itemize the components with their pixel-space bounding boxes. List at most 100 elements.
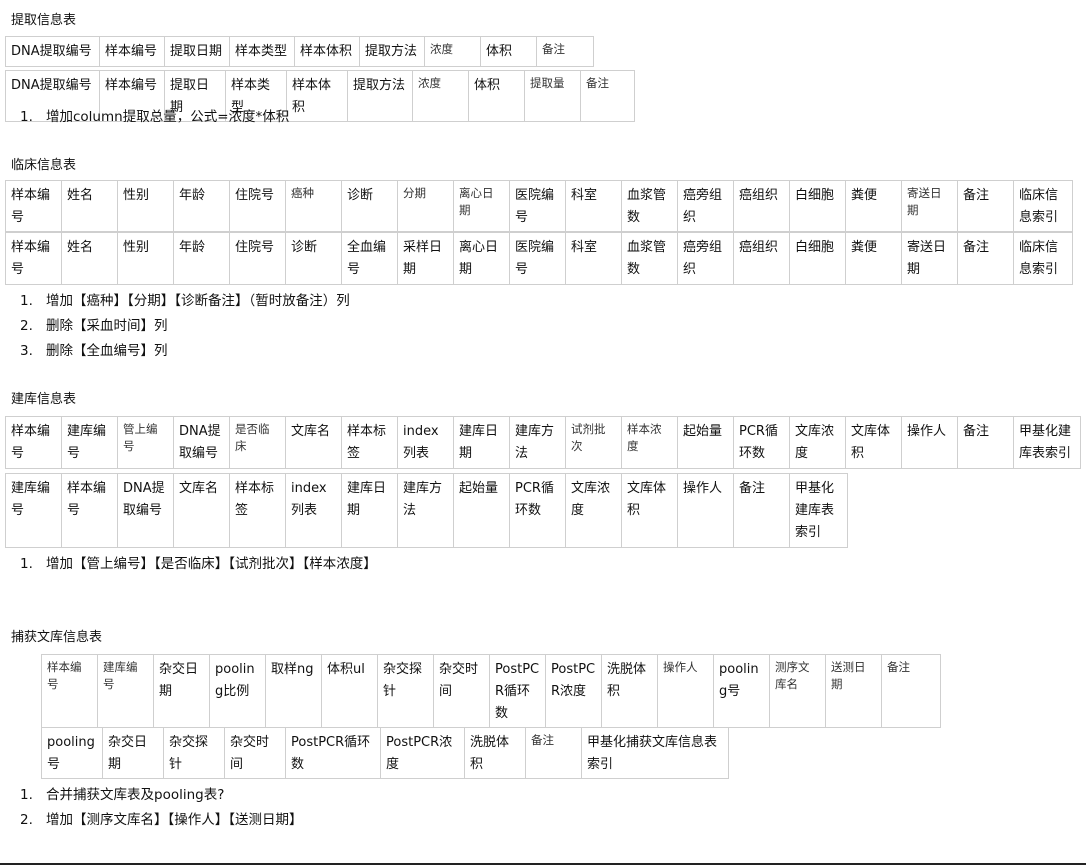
table-cell: 备注	[525, 727, 582, 779]
table-cell: 样本标签	[229, 473, 286, 548]
table-cell: 癌组织	[733, 232, 790, 285]
table-cell: 癌旁组织	[677, 232, 734, 285]
note-number: 1.	[20, 556, 33, 572]
notes-list: 1. 合并捕获文库表及pooling表? 2. 增加【测序文库名】【操作人】【送测日期…	[20, 786, 303, 836]
table-cell: 操作人	[657, 654, 714, 728]
bottom-divider	[0, 863, 1086, 865]
table-cell: 临床信息索引	[1013, 232, 1073, 285]
table-cell: DNA提取编号	[173, 416, 230, 469]
table-cell: 建库编号	[97, 654, 154, 728]
table-cell: 提取日期	[164, 36, 230, 67]
table-cell: 住院号	[229, 232, 286, 285]
table-cell: 科室	[565, 180, 622, 232]
table-cell: 样本体积	[294, 36, 360, 67]
note-item: 2. 增加【测序文库名】【操作人】【送测日期】	[20, 811, 303, 836]
table-cell: 备注	[536, 36, 594, 67]
table-cell: 诊断	[341, 180, 398, 232]
table-cell: pooling号	[713, 654, 770, 728]
table-cell: 年龄	[173, 232, 230, 285]
table-cell: PCR循环数	[509, 473, 566, 548]
table-cell: 备注	[957, 232, 1014, 285]
table-cell: 文库体积	[845, 416, 902, 469]
table-cell: 测序文库名	[769, 654, 826, 728]
note-text: 增加【测序文库名】【操作人】【送测日期】	[46, 812, 303, 828]
table-cell: 离心日期	[453, 232, 510, 285]
table-cell: 样本浓度	[621, 416, 678, 469]
table-cell: index列表	[397, 416, 454, 469]
section-title: 建库信息表	[11, 392, 77, 407]
table-row: 建库编号 样本编号 DNA提取编号 文库名 样本标签 index列表 建库日期 建库方法 起始量…	[5, 473, 848, 548]
table-cell: 粪便	[845, 180, 902, 232]
table-cell: 文库浓度	[565, 473, 622, 548]
table-cell: pooling比例	[209, 654, 266, 728]
table-cell: PostPCR浓度	[545, 654, 602, 728]
table-cell: 姓名	[61, 180, 118, 232]
table-cell: 白细胞	[789, 180, 846, 232]
table-cell: 寄送日期	[901, 180, 958, 232]
table-cell: 取样ng	[265, 654, 322, 728]
note-number: 2.	[20, 812, 33, 828]
table-cell: 临床信息索引	[1013, 180, 1073, 232]
table-cell: 甲基化捕获文库信息表索引	[581, 727, 729, 779]
table-cell: 样本编号	[5, 416, 62, 469]
table-cell: 诊断	[285, 232, 342, 285]
table-cell: 文库浓度	[789, 416, 846, 469]
table-cell: 建库日期	[453, 416, 510, 469]
table-cell: 备注	[881, 654, 941, 728]
table-cell: 杂交时间	[433, 654, 490, 728]
table-cell: DNA提取编号	[5, 36, 100, 67]
data-table: DNA提取编号 样本编号 提取日期 样本类型 样本体积 提取方法 浓度 体积 备注	[5, 36, 594, 67]
notes-list: 1. 增加【管上编号】【是否临床】【试剂批次】【样本浓度】	[20, 555, 377, 580]
table-cell: 白细胞	[789, 232, 846, 285]
note-number: 2.	[20, 318, 33, 334]
table-cell: 操作人	[901, 416, 958, 469]
table-cell: 备注	[580, 70, 635, 122]
table-cell: 体积ul	[321, 654, 378, 728]
table-cell: 建库编号	[61, 416, 118, 469]
table-cell: 提取量	[524, 70, 581, 122]
note-text: 合并捕获文库表及pooling表?	[46, 787, 225, 803]
table-cell: 建库日期	[341, 473, 398, 548]
note-item: 2. 删除【采血时间】列	[20, 317, 350, 342]
table-cell: 离心日期	[453, 180, 510, 232]
table-cell: PCR循环数	[733, 416, 790, 469]
note-item: 1. 增加【管上编号】【是否临床】【试剂批次】【样本浓度】	[20, 555, 377, 580]
table-cell: 建库编号	[5, 473, 62, 548]
table-cell: 提取方法	[347, 70, 413, 122]
table-cell: pooling号	[41, 727, 103, 779]
table-cell: 全血编号	[341, 232, 398, 285]
note-number: 1.	[20, 109, 33, 125]
table-cell: 起始量	[677, 416, 734, 469]
table-cell: 年龄	[173, 180, 230, 232]
table-cell: 浓度	[424, 36, 481, 67]
table-cell: 浓度	[412, 70, 469, 122]
table-cell: 文库名	[285, 416, 342, 469]
note-number: 3.	[20, 343, 33, 359]
table-cell: 样本类型	[229, 36, 295, 67]
note-text: 增加【癌种】【分期】【诊断备注】（暂时放备注）列	[46, 293, 350, 309]
table-cell: 备注	[957, 416, 1014, 469]
notes-list: 1. 增加column提取总量，公式=浓度*体积	[20, 108, 289, 133]
table-cell: 试剂批次	[565, 416, 622, 469]
table-row: 样本编号 建库编号 管上编号 DNA提取编号 是否临床 文库名 样本标签 index列表 建库日…	[5, 416, 1081, 469]
table-cell: 杂交探针	[163, 727, 225, 779]
table-cell: 科室	[565, 232, 622, 285]
table-cell: 医院编号	[509, 232, 566, 285]
table-cell: 血浆管数	[621, 232, 678, 285]
table-cell: PostPCR循环数	[285, 727, 381, 779]
section-title: 捕获文库信息表	[11, 630, 103, 645]
table-row: 样本编号 姓名 性别 年龄 住院号 癌种 诊断 分期 离心日期 医院编号 科室 血浆管数 癌旁组织 癌组织…	[5, 180, 1073, 232]
data-table: 样本编号 姓名 性别 年龄 住院号 癌种 诊断 分期 离心日期 医院编号 科室 血浆管数 癌旁组织 癌组织…	[5, 180, 1073, 232]
table-cell: 杂交日期	[153, 654, 210, 728]
data-table: 建库编号 样本编号 DNA提取编号 文库名 样本标签 index列表 建库日期 建库方法 起始量…	[5, 473, 848, 548]
section-title: 临床信息表	[11, 158, 77, 173]
table-cell: 体积	[480, 36, 537, 67]
table-cell: 送测日期	[825, 654, 882, 728]
note-text: 删除【全血编号】列	[46, 343, 168, 359]
table-cell: 备注	[957, 180, 1014, 232]
section-title: 提取信息表	[11, 13, 77, 28]
note-number: 1.	[20, 293, 33, 309]
table-cell: 体积	[468, 70, 525, 122]
table-cell: 文库体积	[621, 473, 678, 548]
table-cell: 是否临床	[229, 416, 286, 469]
